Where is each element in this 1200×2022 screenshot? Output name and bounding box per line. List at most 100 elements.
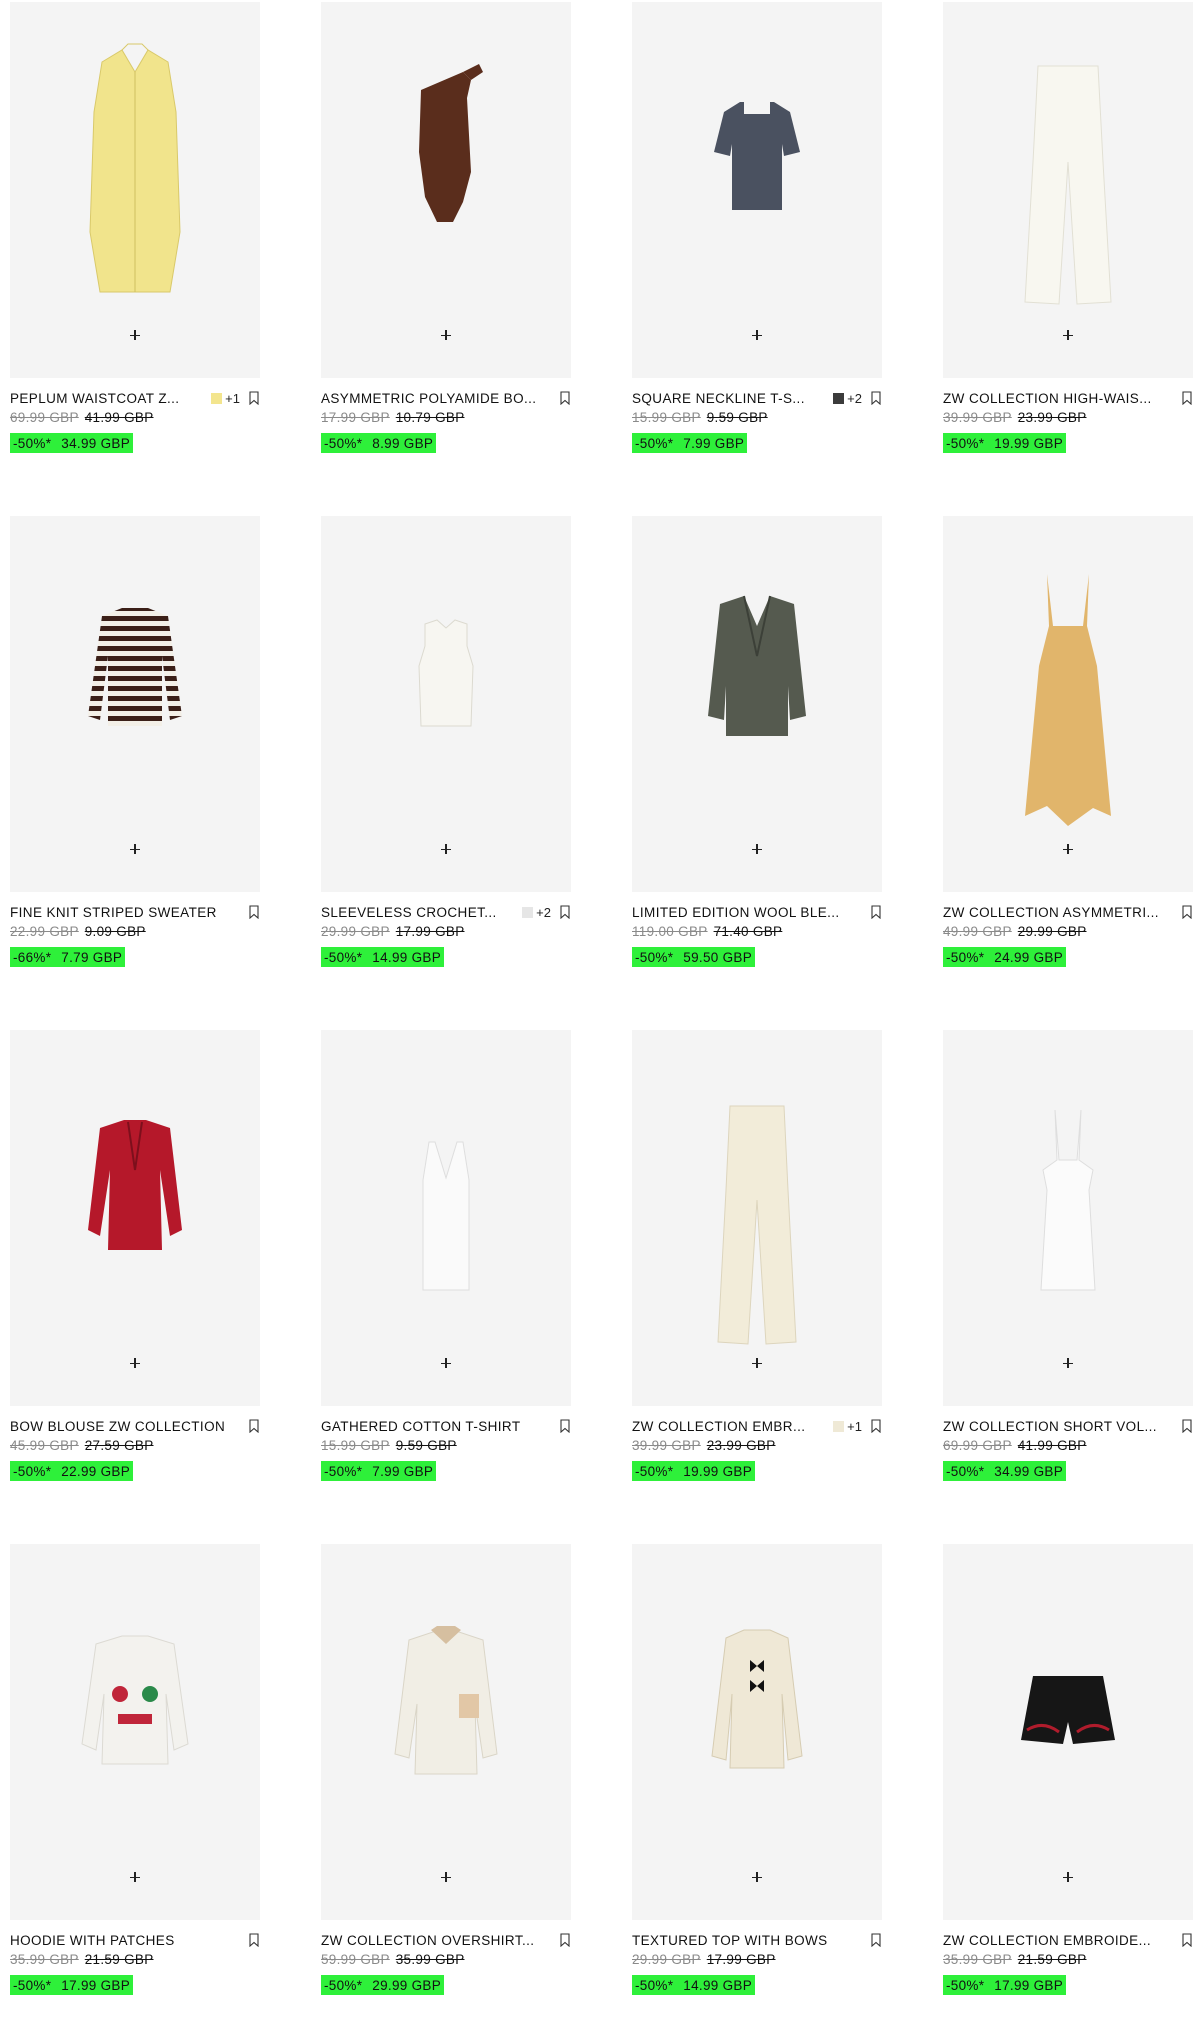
color-swatch[interactable]: [522, 906, 534, 918]
product-card[interactable]: ZW COLLECTION HIGH-WAIS... 39.99 GBP 23.9…: [943, 0, 1193, 480]
product-card[interactable]: ZW COLLECTION EMBROIDE... 35.99 GBP 21.59…: [943, 1542, 1193, 2022]
product-image[interactable]: [10, 1030, 260, 1406]
original-price: 35.99 GBP: [10, 1952, 79, 1967]
product-image[interactable]: [632, 1544, 882, 1920]
bookmark-icon[interactable]: [870, 391, 882, 405]
product-name[interactable]: GATHERED COTTON T-SHIRT: [321, 1419, 551, 1434]
product-name[interactable]: ZW COLLECTION SHORT VOL...: [943, 1419, 1173, 1434]
product-image[interactable]: [321, 1544, 571, 1920]
bookmark-icon[interactable]: [248, 391, 260, 405]
product-name[interactable]: ZW COLLECTION HIGH-WAIS...: [943, 391, 1173, 406]
add-to-bag-button[interactable]: [747, 839, 767, 859]
product-name[interactable]: PEPLUM WAISTCOAT Z...: [10, 391, 205, 406]
price-row: 49.99 GBP 29.99 GBP: [943, 924, 1087, 940]
color-swatch[interactable]: [833, 1420, 845, 1432]
product-card[interactable]: ZW COLLECTION EMBR... +1 39.99 GBP 23.99 …: [632, 1028, 882, 1508]
add-to-bag-button[interactable]: [436, 1353, 456, 1373]
product-card[interactable]: BOW BLOUSE ZW COLLECTION 45.99 GBP 27.59 …: [10, 1028, 260, 1508]
bookmark-icon[interactable]: [870, 1419, 882, 1433]
product-name[interactable]: ZW COLLECTION EMBR...: [632, 1419, 827, 1434]
product-image[interactable]: [632, 516, 882, 892]
sale-price: 29.99 GBP: [372, 1977, 442, 1993]
product-card[interactable]: SLEEVELESS CROCHET... +2 29.99 GBP 17.99 …: [321, 514, 571, 994]
product-card[interactable]: ZW COLLECTION ASYMMETRI... 49.99 GBP 29.9…: [943, 514, 1193, 994]
product-name[interactable]: BOW BLOUSE ZW COLLECTION: [10, 1419, 240, 1434]
add-to-bag-button[interactable]: [436, 839, 456, 859]
add-to-bag-button[interactable]: [125, 1867, 145, 1887]
bookmark-icon[interactable]: [248, 905, 260, 919]
add-to-bag-button[interactable]: [125, 325, 145, 345]
add-to-bag-button[interactable]: [747, 1867, 767, 1887]
add-to-bag-button[interactable]: [1058, 1867, 1078, 1887]
add-to-bag-button[interactable]: [125, 839, 145, 859]
add-to-bag-button[interactable]: [1058, 839, 1078, 859]
product-card[interactable]: ASYMMETRIC POLYAMIDE BO... 17.99 GBP 10.7…: [321, 0, 571, 480]
add-to-bag-button[interactable]: [125, 1353, 145, 1373]
product-card[interactable]: HOODIE WITH PATCHES 35.99 GBP 21.59 GBP -…: [10, 1542, 260, 2022]
bookmark-icon[interactable]: [870, 905, 882, 919]
discount-percent: -50%*: [635, 949, 674, 965]
product-image[interactable]: [632, 1030, 882, 1406]
color-swatches[interactable]: +2: [833, 391, 862, 406]
short-dress-image: [1040, 1109, 1096, 1291]
color-swatches[interactable]: +1: [211, 391, 240, 406]
product-card[interactable]: SQUARE NECKLINE T-S... +2 15.99 GBP 9.59 …: [632, 0, 882, 480]
bookmark-icon[interactable]: [248, 1419, 260, 1433]
bookmark-icon[interactable]: [1181, 1419, 1193, 1433]
add-to-bag-button[interactable]: [1058, 1353, 1078, 1373]
product-image[interactable]: [943, 1544, 1193, 1920]
product-name[interactable]: ZW COLLECTION ASYMMETRI...: [943, 905, 1173, 920]
color-swatch[interactable]: [211, 392, 223, 404]
product-image[interactable]: [10, 516, 260, 892]
product-image[interactable]: [321, 516, 571, 892]
price-row: 39.99 GBP 23.99 GBP: [632, 1438, 776, 1454]
product-name[interactable]: TEXTURED TOP WITH BOWS: [632, 1933, 862, 1948]
product-card[interactable]: TEXTURED TOP WITH BOWS 29.99 GBP 17.99 GB…: [632, 1542, 882, 2022]
add-to-bag-button[interactable]: [1058, 325, 1078, 345]
product-image[interactable]: [943, 2, 1193, 378]
product-image[interactable]: [632, 2, 882, 378]
product-name[interactable]: FINE KNIT STRIPED SWEATER: [10, 905, 240, 920]
color-swatch[interactable]: [833, 392, 845, 404]
product-card[interactable]: FINE KNIT STRIPED SWEATER 22.99 GBP 9.09 …: [10, 514, 260, 994]
product-name[interactable]: SLEEVELESS CROCHET...: [321, 905, 516, 920]
product-name[interactable]: HOODIE WITH PATCHES: [10, 1933, 240, 1948]
asymmetric-dress-image: [1025, 574, 1111, 826]
bookmark-icon[interactable]: [559, 391, 571, 405]
product-card[interactable]: PEPLUM WAISTCOAT Z... +1 69.99 GBP 41.99 …: [10, 0, 260, 480]
grey-tshirt-image: [714, 102, 800, 210]
product-card[interactable]: GATHERED COTTON T-SHIRT 15.99 GBP 9.59 GB…: [321, 1028, 571, 1508]
product-image[interactable]: [943, 516, 1193, 892]
bookmark-icon[interactable]: [248, 1933, 260, 1947]
bookmark-icon[interactable]: [870, 1933, 882, 1947]
bookmark-icon[interactable]: [1181, 1933, 1193, 1947]
bookmark-icon[interactable]: [559, 1933, 571, 1947]
product-name[interactable]: SQUARE NECKLINE T-S...: [632, 391, 827, 406]
product-image[interactable]: [10, 1544, 260, 1920]
add-to-bag-button[interactable]: [436, 1867, 456, 1887]
product-image[interactable]: [10, 2, 260, 378]
product-card[interactable]: ZW COLLECTION OVERSHIRT... 59.99 GBP 35.9…: [321, 1542, 571, 2022]
bookmark-icon[interactable]: [1181, 391, 1193, 405]
bookmark-icon[interactable]: [559, 905, 571, 919]
product-image[interactable]: [321, 2, 571, 378]
product-name[interactable]: ZW COLLECTION EMBROIDE...: [943, 1933, 1173, 1948]
color-swatches[interactable]: +1: [833, 1419, 862, 1434]
add-to-bag-button[interactable]: [747, 1353, 767, 1373]
sale-price-badge: -50%* 14.99 GBP: [321, 947, 445, 967]
add-to-bag-button[interactable]: [747, 325, 767, 345]
color-swatches[interactable]: +2: [522, 905, 551, 920]
product-card[interactable]: LIMITED EDITION WOOL BLE... 119.00 GBP 71…: [632, 514, 882, 994]
product-name[interactable]: ZW COLLECTION OVERSHIRT...: [321, 1933, 551, 1948]
product-name[interactable]: ASYMMETRIC POLYAMIDE BO...: [321, 391, 551, 406]
product-card[interactable]: ZW COLLECTION SHORT VOL... 69.99 GBP 41.9…: [943, 1028, 1193, 1508]
previous-price: 9.09 GBP: [84, 924, 146, 939]
price-row: 39.99 GBP 23.99 GBP: [943, 410, 1087, 426]
bookmark-icon[interactable]: [1181, 905, 1193, 919]
add-to-bag-button[interactable]: [436, 325, 456, 345]
product-image[interactable]: [943, 1030, 1193, 1406]
product-image[interactable]: [321, 1030, 571, 1406]
product-name[interactable]: LIMITED EDITION WOOL BLE...: [632, 905, 862, 920]
bookmark-icon[interactable]: [559, 1419, 571, 1433]
previous-price: 71.40 GBP: [713, 924, 783, 939]
